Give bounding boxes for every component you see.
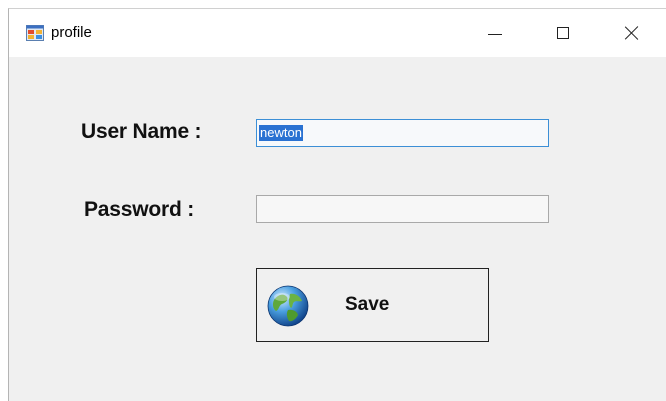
title-bar[interactable]: profile (9, 9, 666, 57)
window-title: profile (51, 24, 92, 41)
globe-icon (266, 284, 310, 328)
save-button-label: Save (345, 294, 390, 315)
close-button[interactable] (609, 9, 655, 57)
password-field[interactable] (256, 195, 549, 223)
minimize-button[interactable] (472, 9, 518, 57)
password-label: Password : (84, 198, 195, 221)
profile-window: profile User Name : newton Password : Sa… (8, 8, 666, 401)
save-button[interactable]: Save (256, 268, 489, 342)
username-value: newton (259, 125, 303, 141)
username-field[interactable]: newton (256, 119, 549, 147)
close-icon (624, 25, 640, 41)
minimize-icon (488, 33, 502, 35)
form-app-icon (26, 25, 44, 41)
maximize-icon (557, 27, 569, 39)
maximize-button[interactable] (540, 9, 586, 57)
username-label: User Name : (81, 120, 202, 143)
screen: profile User Name : newton Password : Sa… (0, 0, 666, 401)
